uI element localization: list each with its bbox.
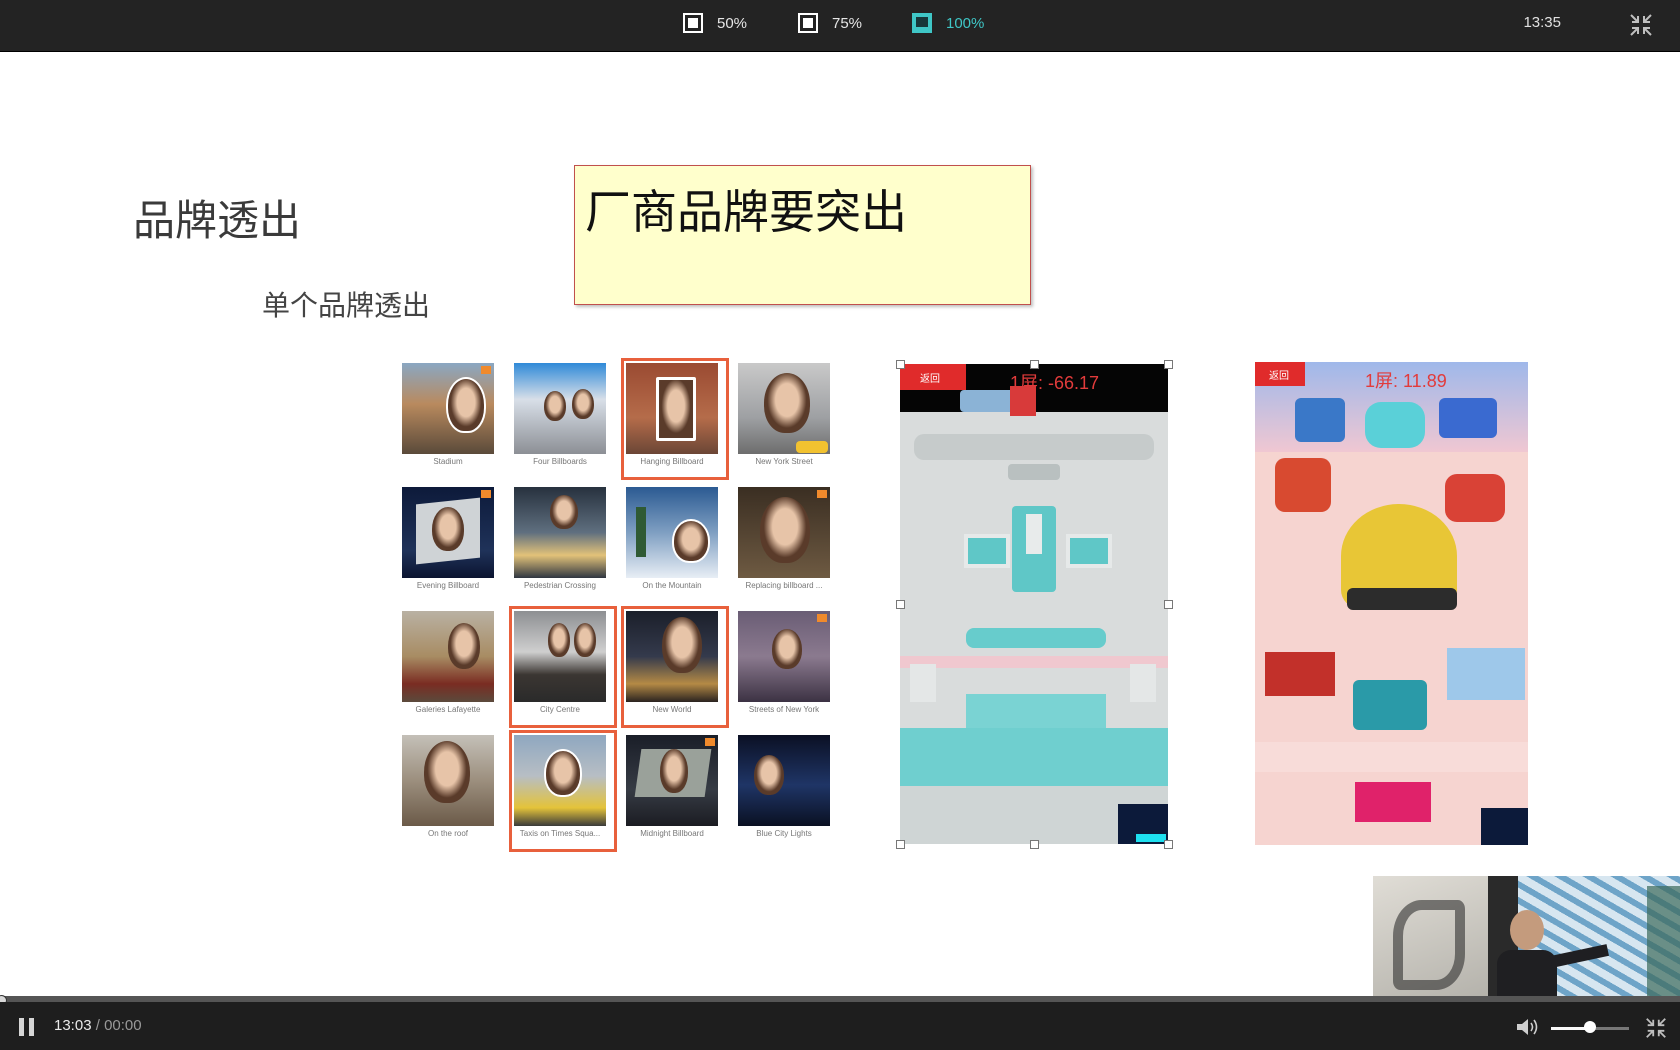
resize-handle[interactable] xyxy=(1030,840,1039,849)
billboard-caption: Taxis on Times Squa... xyxy=(519,829,601,838)
billboard-caption: Midnight Billboard xyxy=(640,829,704,838)
pause-button[interactable] xyxy=(19,1018,35,1036)
billboard-caption: City Centre xyxy=(539,705,580,714)
volume-slider-handle[interactable] xyxy=(1584,1021,1596,1033)
game-screenshot-1[interactable]: 返回 1屏: -66.17 xyxy=(900,364,1168,844)
score-text: 1屏: 11.89 xyxy=(1365,371,1447,391)
resize-handle[interactable] xyxy=(896,360,905,369)
total-time: 00:00 xyxy=(104,1017,142,1034)
zoom-box-icon xyxy=(683,13,703,33)
billboard-tile: Streets of New York xyxy=(736,609,838,725)
slide-subtitle: 单个品牌透出 xyxy=(262,289,431,322)
clock: 13:35 xyxy=(1523,14,1561,31)
billboard-grid: Stadium Four Billboards Hanging Billboar… xyxy=(400,358,838,901)
back-tag: 返回 xyxy=(1255,362,1305,386)
slide-title: 品牌透出 xyxy=(133,196,302,245)
billboard-caption: Replacing billboard ... xyxy=(745,581,823,590)
zoom-100-label: 100% xyxy=(946,14,985,32)
back-tag: 返回 xyxy=(900,364,966,390)
resize-handle[interactable] xyxy=(896,600,905,609)
billboard-tile: Pedestrian Crossing xyxy=(512,485,614,601)
billboard-tile: Blue City Lights xyxy=(736,733,838,849)
billboard-caption: Streets of New York xyxy=(748,705,820,714)
billboard-caption: Four Billboards xyxy=(533,457,587,466)
resize-handle[interactable] xyxy=(1164,360,1173,369)
billboard-caption: Pedestrian Crossing xyxy=(523,581,597,590)
player-controls: 13:03 / 00:00 xyxy=(0,1002,1680,1050)
billboard-caption: New York Street xyxy=(755,457,813,466)
speaker-icon xyxy=(1517,1019,1538,1035)
volume-button[interactable] xyxy=(1515,1016,1541,1038)
billboard-caption: On the Mountain xyxy=(642,581,702,590)
billboard-tile: Hanging Billboard xyxy=(621,358,729,480)
sticky-note[interactable]: 厂商品牌要突出 xyxy=(574,165,1031,305)
zoom-50-option[interactable]: 50% xyxy=(683,11,747,35)
resize-handle[interactable] xyxy=(896,840,905,849)
billboard-tile: Four Billboards xyxy=(512,361,614,477)
billboard-caption: Hanging Billboard xyxy=(640,457,704,466)
zoom-75-label: 75% xyxy=(832,14,863,32)
billboard-tile: New World xyxy=(621,606,729,728)
billboard-caption: New World xyxy=(652,705,692,714)
resize-handle[interactable] xyxy=(1030,360,1039,369)
billboard-caption: Evening Billboard xyxy=(416,581,480,590)
billboard-tile: Midnight Billboard xyxy=(624,733,726,849)
game-screenshot-2[interactable]: 返回 1屏: 11.89 xyxy=(1255,362,1528,845)
billboard-tile: City Centre xyxy=(509,606,617,728)
time-separator: / xyxy=(91,1017,105,1034)
viewer-toolbar: 50% 75% 100% 13:35 xyxy=(0,0,1680,52)
billboard-tile: Taxis on Times Squa... xyxy=(509,730,617,852)
exit-fullscreen-button[interactable] xyxy=(1628,12,1654,38)
sticky-note-text: 厂商品牌要突出 xyxy=(585,185,907,239)
zoom-50-label: 50% xyxy=(717,14,748,32)
billboard-tile: Replacing billboard ... xyxy=(736,485,838,601)
billboard-caption: Galeries Lafayette xyxy=(415,705,481,714)
zoom-box-icon xyxy=(798,13,818,33)
exit-fullscreen-icon xyxy=(1646,1018,1666,1038)
time-display: 13:03 / 00:00 xyxy=(54,1017,142,1034)
pause-icon xyxy=(19,1018,24,1036)
billboard-tile: New York Street xyxy=(736,361,838,477)
zoom-75-option[interactable]: 75% xyxy=(798,11,862,35)
zoom-100-option[interactable]: 100% xyxy=(912,11,984,35)
current-time: 13:03 xyxy=(54,1017,92,1034)
exit-fullscreen-icon xyxy=(1630,14,1652,36)
billboard-caption: On the roof xyxy=(427,829,469,838)
billboard-caption: Blue City Lights xyxy=(756,829,812,838)
exit-fullscreen-button-bottom[interactable] xyxy=(1644,1016,1668,1040)
billboard-caption: Stadium xyxy=(433,457,463,466)
billboard-tile: On the Mountain xyxy=(624,485,726,601)
billboard-tile: Galeries Lafayette xyxy=(400,609,502,725)
resize-handle[interactable] xyxy=(1164,600,1173,609)
billboard-tile: Evening Billboard xyxy=(400,485,502,601)
billboard-tile: Stadium xyxy=(400,361,502,477)
billboard-tile: On the roof xyxy=(400,733,502,849)
slide: 品牌透出 单个品牌透出 厂商品牌要突出 Stadium Four Billboa… xyxy=(0,52,1680,1048)
resize-handle[interactable] xyxy=(1164,840,1173,849)
zoom-box-icon xyxy=(912,13,932,33)
